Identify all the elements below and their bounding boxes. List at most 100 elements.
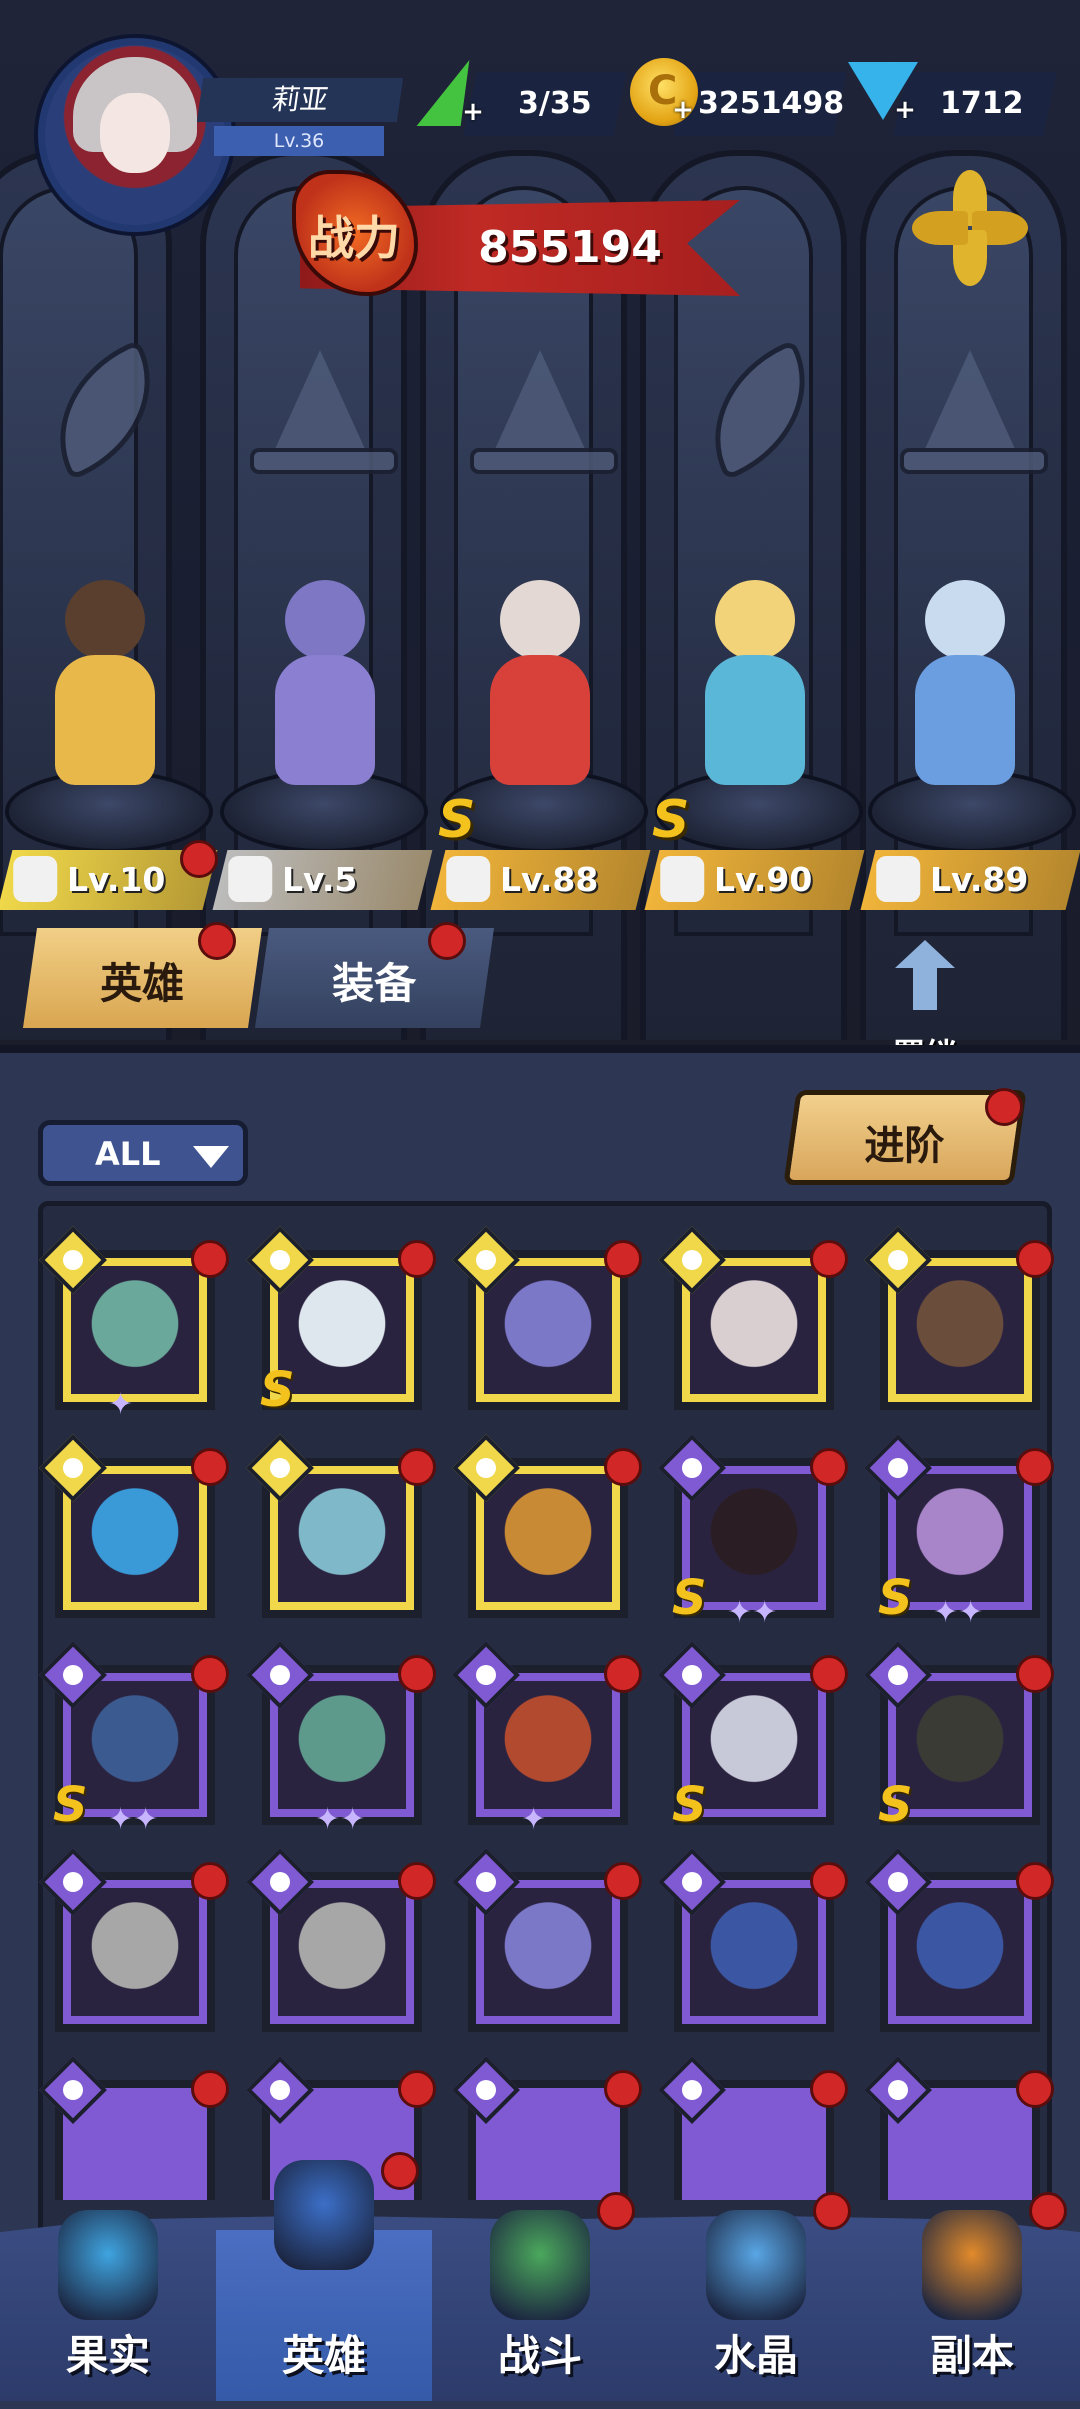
lineup-hero-slot-4[interactable] xyxy=(670,560,840,800)
filter-dropdown[interactable]: ALL xyxy=(38,1120,248,1186)
notification-dot xyxy=(398,1655,436,1693)
chevron-down-icon xyxy=(193,1146,229,1168)
notification-dot xyxy=(398,2070,436,2108)
s-rank-badge: S xyxy=(878,1570,913,1626)
star-rating: ✦✦ xyxy=(933,1595,984,1630)
hero-portrait xyxy=(896,1474,1024,1602)
notification-dot xyxy=(810,1862,848,1900)
hero-card[interactable]: ✦ xyxy=(39,1226,229,1422)
hero-portrait xyxy=(690,1681,818,1809)
hero-card[interactable] xyxy=(452,1434,642,1618)
lineup-hero-slot-1[interactable] xyxy=(20,560,190,800)
lineup-hero-slot-2[interactable] xyxy=(240,560,410,800)
lineup-hero-slot-3[interactable] xyxy=(455,560,625,800)
notification-dot xyxy=(810,1655,848,1693)
nav-fruit[interactable]: 果实 xyxy=(0,2170,216,2401)
s-rank-badge: S xyxy=(672,1570,707,1626)
power-label: 战力 xyxy=(308,211,400,265)
hero-card[interactable] xyxy=(452,1226,642,1410)
tab-equipment-label: 装备 xyxy=(332,959,417,1008)
notification-dot xyxy=(191,1655,229,1693)
hero-portrait xyxy=(71,1474,199,1602)
fruit-icon xyxy=(58,2210,158,2320)
notification-dot xyxy=(198,922,236,960)
hero-card[interactable]: S xyxy=(864,1641,1054,1833)
hero-level-tag: Lv.90 xyxy=(644,850,865,910)
hero-card[interactable] xyxy=(864,1226,1054,1410)
hat-icon xyxy=(228,856,273,902)
notification-dot xyxy=(398,1448,436,1486)
hero-card[interactable]: ✦✦ xyxy=(246,1641,436,1837)
hero-card[interactable]: S xyxy=(658,1641,848,1833)
hero-level: Lv.89 xyxy=(930,860,1029,899)
hero-portrait xyxy=(484,1266,612,1394)
hero-portrait xyxy=(71,1681,199,1809)
hat-emblem-icon xyxy=(245,330,398,480)
s-rank-badge: S xyxy=(53,1777,88,1833)
notification-dot xyxy=(381,2152,419,2190)
nav-wizard-hat[interactable]: 英雄 xyxy=(216,2160,432,2401)
hero-portrait xyxy=(278,1266,406,1394)
hero-card[interactable]: S ✦✦ xyxy=(864,1434,1054,1630)
notification-dot xyxy=(398,1240,436,1278)
pinwheel-menu-icon[interactable] xyxy=(910,168,1030,288)
hero-card[interactable] xyxy=(39,1848,229,2032)
hero-card[interactable] xyxy=(39,1434,229,1618)
hero-portrait xyxy=(484,1681,612,1809)
notification-dot xyxy=(180,840,218,878)
hat-emblem-icon xyxy=(895,330,1048,480)
hero-portrait xyxy=(484,1888,612,2016)
energy-value: 3/35 xyxy=(518,86,592,121)
hat-icon xyxy=(876,856,921,902)
hero-card[interactable] xyxy=(864,1848,1054,2032)
diamond-icon[interactable]: + xyxy=(848,62,918,123)
hat-emblem-icon xyxy=(465,330,618,480)
notification-dot xyxy=(1016,1655,1054,1693)
hero-portrait xyxy=(896,1888,1024,2016)
notification-dot xyxy=(604,1240,642,1278)
hero-portrait xyxy=(71,1266,199,1394)
nav-label: 副本 xyxy=(929,2331,1014,2380)
hero-portrait xyxy=(690,1266,818,1394)
notification-dot xyxy=(604,1448,642,1486)
notification-dot xyxy=(191,1240,229,1278)
wing-icon xyxy=(660,856,705,902)
coin-icon[interactable]: + xyxy=(630,58,698,126)
hero-card[interactable] xyxy=(246,1434,436,1618)
hero-portrait xyxy=(278,1474,406,1602)
star-rating: ✦✦ xyxy=(727,1595,778,1630)
nav-label: 战斗 xyxy=(497,2331,582,2380)
crystal-icon xyxy=(706,2210,806,2320)
hero-level-tag: Lv.88 xyxy=(430,850,651,910)
hero-card[interactable] xyxy=(452,1848,642,2032)
notification-dot xyxy=(604,1862,642,1900)
hero-card[interactable]: S xyxy=(246,1226,436,1418)
hat-icon xyxy=(446,856,491,902)
lineup-hero-slot-5[interactable] xyxy=(880,560,1050,800)
power-value: 855194 xyxy=(478,222,662,273)
wing-emblem-icon xyxy=(680,330,830,480)
star-rating: ✦ xyxy=(521,1802,547,1837)
notification-dot xyxy=(428,922,466,960)
hero-card[interactable]: ✦ xyxy=(452,1641,642,1837)
hero-level: Lv.90 xyxy=(714,860,813,899)
hero-card[interactable]: S ✦✦ xyxy=(658,1434,848,1630)
hero-card[interactable] xyxy=(658,1226,848,1410)
s-rank-badge: S xyxy=(672,1777,707,1833)
hero-card[interactable] xyxy=(658,1848,848,2032)
notification-dot xyxy=(191,2070,229,2108)
notification-dot xyxy=(810,1448,848,1486)
player-info[interactable]: 莉亚 Lv.36 xyxy=(196,78,404,160)
notification-dot xyxy=(1016,1448,1054,1486)
sword-icon xyxy=(490,2210,590,2320)
s-rank-badge: S xyxy=(878,1777,913,1833)
player-name: 莉亚 xyxy=(196,78,404,122)
hero-card[interactable]: S ✦✦ xyxy=(39,1641,229,1837)
hero-portrait xyxy=(690,1474,818,1602)
lightning-icon[interactable]: + xyxy=(416,60,492,132)
hero-level: Lv.10 xyxy=(67,860,166,899)
bond-icon xyxy=(895,940,955,1010)
notification-dot xyxy=(1016,1862,1054,1900)
s-rank-badge: S xyxy=(438,790,476,850)
hero-card[interactable] xyxy=(246,1848,436,2032)
